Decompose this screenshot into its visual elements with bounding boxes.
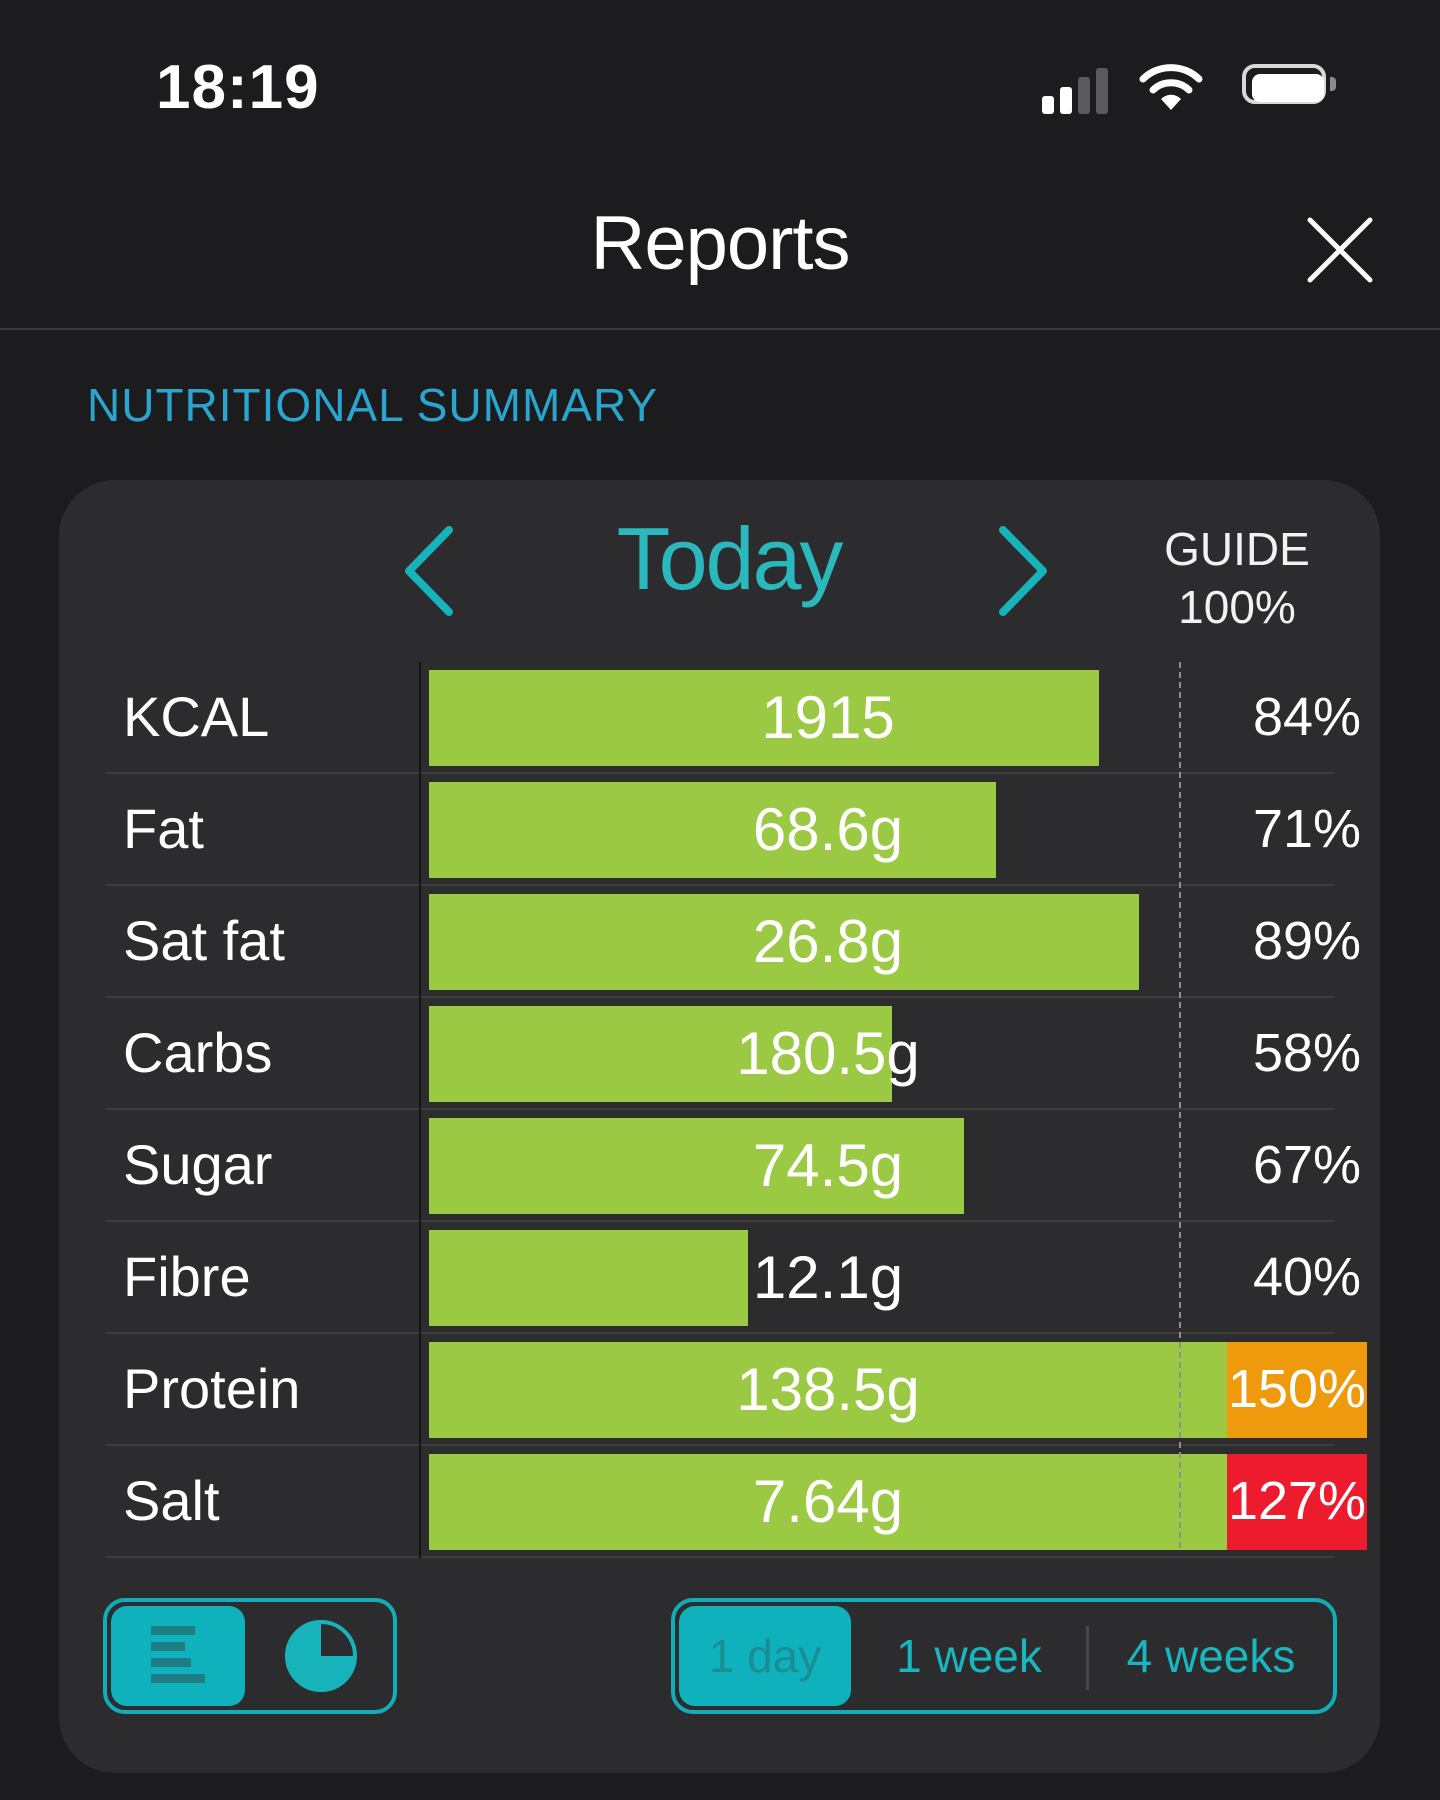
nutrient-bar-track: 7.64g <box>429 1454 1227 1550</box>
nutrient-row: Sugar 74.5g 67% <box>105 1110 1361 1222</box>
pie-view-button[interactable] <box>253 1606 389 1706</box>
nutrient-value: 1915 <box>761 684 895 751</box>
cellular-signal-icon <box>1042 66 1114 114</box>
guide-percent: 89% <box>1252 911 1362 971</box>
range-separator <box>1086 1626 1089 1690</box>
guide-percent-cell: 89% <box>1227 886 1361 998</box>
guide-percent: 58% <box>1252 1023 1362 1083</box>
nutrient-row: Sat fat 26.8g 89% <box>105 886 1361 998</box>
period-label: Today <box>616 509 844 608</box>
guide-percent-cell: 67% <box>1227 1110 1361 1222</box>
guide-percent-cell: 127% <box>1227 1446 1367 1558</box>
battery-icon <box>1242 64 1338 110</box>
nutrient-name: Fat <box>123 797 204 860</box>
row-divider <box>419 998 421 1110</box>
navigation-bar: Reports <box>0 150 1440 330</box>
nutrient-name: Salt <box>123 1469 220 1532</box>
page-title: Reports <box>590 201 850 286</box>
nutrient-row: KCAL 1915 84% <box>105 662 1361 774</box>
period-navigator: Today GUIDE 100% <box>59 480 1380 650</box>
row-divider <box>419 1446 421 1558</box>
nutrient-name: Carbs <box>123 1021 273 1084</box>
guide-100-line <box>1179 662 1181 1548</box>
bar-chart-view-icon <box>151 1626 205 1683</box>
nutrient-bar-track: 1915 <box>429 670 1227 766</box>
nutrient-bar-track: 68.6g <box>429 782 1227 878</box>
guide-percent-cell: 58% <box>1227 998 1361 1110</box>
row-divider <box>419 662 421 774</box>
guide-percent: 84% <box>1252 687 1362 747</box>
row-divider <box>419 1110 421 1222</box>
nutrient-name: Sugar <box>123 1133 273 1196</box>
guide-header: GUIDE 100% <box>1157 520 1317 636</box>
nutrient-name: KCAL <box>123 685 270 748</box>
nutrient-table: KCAL 1915 84% Fat 68.6g 71% Sat fat 26.8g 89% Car… <box>105 662 1367 1558</box>
nutrient-value: 26.8g <box>752 908 904 975</box>
status-time: 18:19 <box>156 53 320 122</box>
previous-period-button[interactable] <box>387 516 467 626</box>
nutrient-bar-track: 26.8g <box>429 894 1227 990</box>
close-button[interactable] <box>1300 210 1380 290</box>
chevron-left-icon <box>405 526 453 616</box>
guide-percent: 40% <box>1252 1247 1362 1307</box>
nutrient-row: Salt 7.64g 127% <box>105 1446 1367 1558</box>
time-range-toggle: 1 day 1 week 4 weeks <box>671 1598 1337 1714</box>
nutrient-bar-track: 138.5g <box>429 1342 1227 1438</box>
nutrition-summary-card: Today GUIDE 100% KCAL 1915 84% Fat 68.6g 71% S… <box>59 480 1380 1773</box>
guide-percent: 67% <box>1252 1135 1362 1195</box>
nutrient-bar-track: 12.1g <box>429 1230 1227 1326</box>
nutrient-value: 7.64g <box>752 1468 904 1535</box>
nutrient-bar-track: 180.5g <box>429 1006 1227 1102</box>
nutrient-value: 68.6g <box>752 796 904 863</box>
nutrient-row: Protein 138.5g 150% <box>105 1334 1367 1446</box>
nutrient-name: Sat fat <box>123 909 285 972</box>
chevron-right-icon <box>999 526 1047 616</box>
nutrient-row: Carbs 180.5g 58% <box>105 998 1361 1110</box>
row-divider <box>419 1334 421 1446</box>
guide-percent: 127% <box>1227 1471 1367 1531</box>
pie-chart-view-icon <box>285 1620 357 1692</box>
bar-view-button[interactable] <box>111 1606 245 1706</box>
nutrient-row: Fat 68.6g 71% <box>105 774 1361 886</box>
guide-percent-cell: 71% <box>1227 774 1361 886</box>
guide-percent-cell: 84% <box>1227 662 1361 774</box>
nutrient-name: Fibre <box>123 1245 251 1308</box>
guide-header-title: GUIDE <box>1164 523 1310 575</box>
nutrient-value: 12.1g <box>752 1244 904 1311</box>
row-divider <box>419 774 421 886</box>
status-bar: 18:19 <box>0 0 1440 150</box>
view-mode-toggle <box>103 1598 397 1714</box>
next-period-button[interactable] <box>985 516 1065 626</box>
nutrient-value: 180.5g <box>736 1020 920 1087</box>
range-1-day-button[interactable]: 1 day <box>679 1606 851 1706</box>
nutrient-bar-track: 74.5g <box>429 1118 1227 1214</box>
range-1-week-button[interactable]: 1 week <box>855 1606 1083 1706</box>
nutrient-name: Protein <box>123 1357 301 1420</box>
section-heading: NUTRITIONAL SUMMARY <box>87 379 659 431</box>
row-divider <box>419 1222 421 1334</box>
wifi-icon <box>1139 64 1203 110</box>
guide-percent: 71% <box>1252 799 1362 859</box>
row-divider <box>419 886 421 998</box>
guide-percent-cell: 40% <box>1227 1222 1361 1334</box>
nutrient-value: 74.5g <box>752 1132 904 1199</box>
guide-percent: 150% <box>1227 1359 1367 1419</box>
nutrient-value: 138.5g <box>736 1356 920 1423</box>
close-icon <box>1307 217 1373 283</box>
range-4-weeks-button[interactable]: 4 weeks <box>1091 1606 1331 1706</box>
guide-percent-cell: 150% <box>1227 1334 1367 1446</box>
guide-header-percent: 100% <box>1178 581 1296 633</box>
nutrient-row: Fibre 12.1g 40% <box>105 1222 1361 1334</box>
